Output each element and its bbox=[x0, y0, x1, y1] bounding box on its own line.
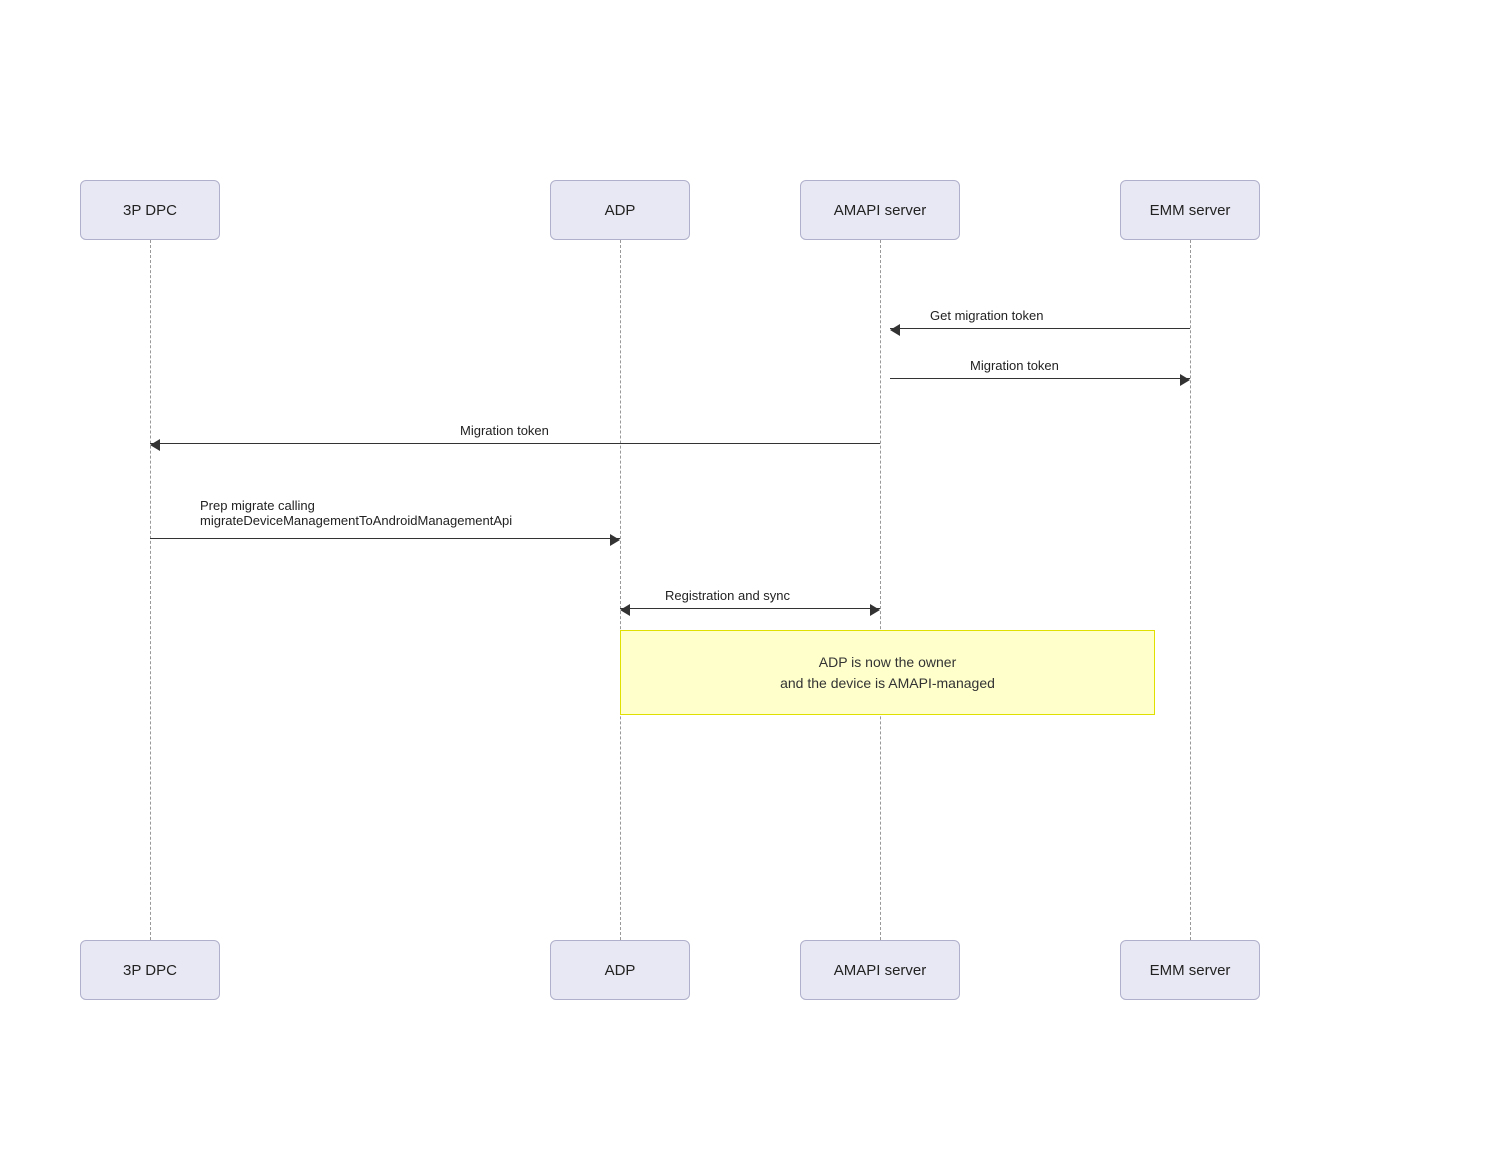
lifeline-emm bbox=[1190, 240, 1191, 940]
actor-3pdpc-bottom: 3P DPC bbox=[80, 940, 220, 1000]
label-migration-token-1: Migration token bbox=[970, 358, 1059, 373]
label-get-migration-token: Get migration token bbox=[930, 308, 1043, 323]
actor-amapi-top: AMAPI server bbox=[800, 180, 960, 240]
actor-amapi-bottom: AMAPI server bbox=[800, 940, 960, 1000]
arrow-migration-token-dpc bbox=[150, 443, 880, 445]
label-migration-token-2: Migration token bbox=[460, 423, 549, 438]
arrow-migration-token-amapi-emm bbox=[890, 378, 1190, 380]
arrow-prep-migrate bbox=[150, 538, 620, 540]
highlight-adp-owner: ADP is now the owner and the device is A… bbox=[620, 630, 1155, 715]
lifeline-amapi bbox=[880, 240, 881, 940]
sequence-diagram: 3P DPC ADP AMAPI server EMM server Get m… bbox=[30, 180, 1470, 1000]
arrow-registration-sync bbox=[620, 608, 880, 610]
actor-adp-bottom: ADP bbox=[550, 940, 690, 1000]
lifeline-3pdpc bbox=[150, 240, 151, 940]
label-registration-sync: Registration and sync bbox=[665, 588, 790, 603]
actor-emm-bottom: EMM server bbox=[1120, 940, 1260, 1000]
highlight-line1: ADP is now the owner bbox=[780, 652, 995, 673]
label-prep-migrate: Prep migrate calling migrateDeviceManage… bbox=[200, 498, 512, 528]
actor-emm-top: EMM server bbox=[1120, 180, 1260, 240]
actor-3pdpc-top: 3P DPC bbox=[80, 180, 220, 240]
lifeline-adp bbox=[620, 240, 621, 940]
arrow-get-migration-token bbox=[890, 328, 1190, 330]
actor-adp-top: ADP bbox=[550, 180, 690, 240]
highlight-line2: and the device is AMAPI-managed bbox=[780, 673, 995, 694]
